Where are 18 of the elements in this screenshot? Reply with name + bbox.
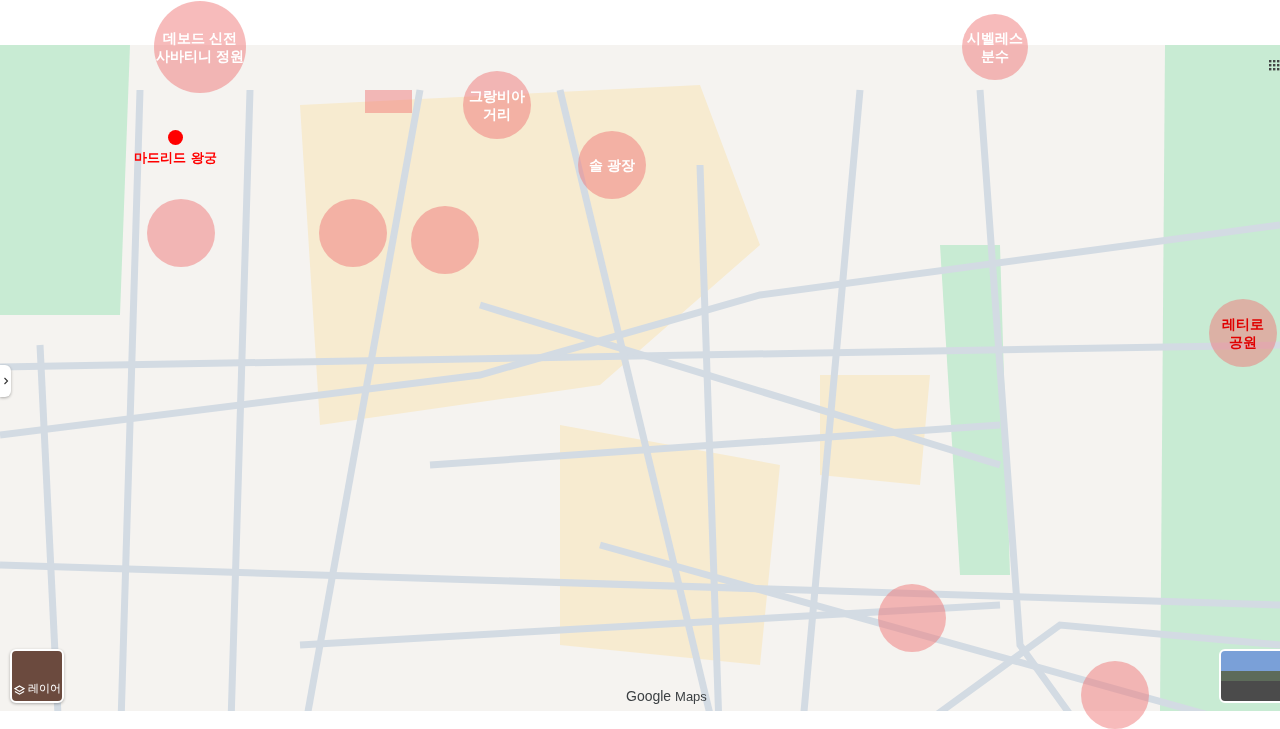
layers-button[interactable]: 레이어 [10, 649, 64, 703]
place-label: 솔 광장 [588, 156, 636, 174]
photo-placeholder[interactable] [1219, 649, 1280, 703]
grid-icon[interactable] [1268, 59, 1280, 71]
place-label: 사바티니 정원 [155, 47, 245, 65]
highlight-rectangle [365, 90, 412, 113]
place-label: 레티로 [1222, 315, 1264, 333]
chevron-icon [2, 376, 9, 386]
place-label: 마드리드 왕궁 [134, 149, 217, 167]
layers-icon [13, 685, 25, 696]
place-label: 시벨레스 [967, 29, 1023, 47]
place-label: 공원 [1229, 333, 1257, 351]
place-label: 그랑비아 [469, 87, 525, 105]
place-label: 거리 [483, 105, 511, 123]
side-panel-toggle[interactable] [0, 365, 11, 397]
google-maps-logo: Google Maps [626, 688, 707, 704]
place-label: 데보드 신전 [162, 29, 238, 47]
place-label: 분수 [981, 47, 1009, 65]
